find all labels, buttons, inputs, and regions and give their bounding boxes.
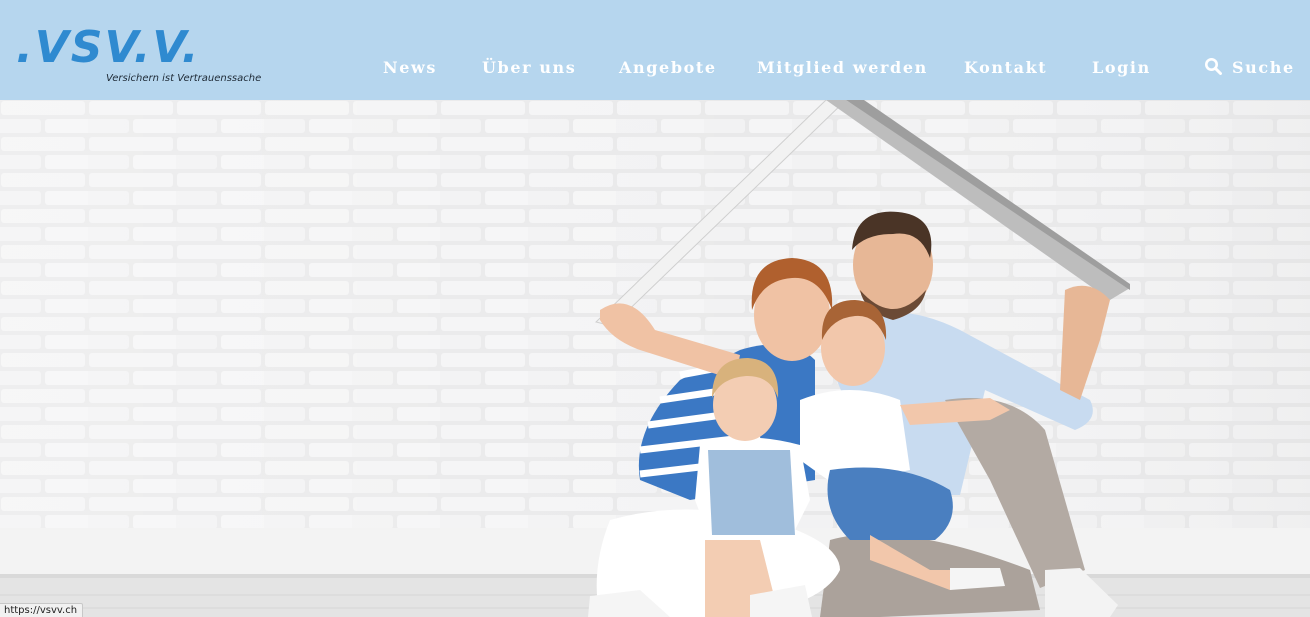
nav-item-login[interactable]: Login — [1092, 56, 1151, 80]
search-label: Suche — [1232, 58, 1295, 77]
status-bar-url: https://vsvv.ch — [0, 603, 84, 617]
main-navigation: News Über uns Angebote Mitglied werden K… — [0, 56, 1310, 80]
search-icon — [1205, 58, 1222, 75]
nav-item-angebote[interactable]: Angebote — [619, 56, 717, 80]
hero-image — [0, 100, 1310, 617]
nav-item-news[interactable]: News — [383, 56, 437, 80]
family-under-roof-illustration — [0, 100, 1310, 617]
nav-item-ueber-uns[interactable]: Über uns — [482, 56, 576, 80]
nav-item-search[interactable]: Suche — [1204, 56, 1295, 80]
nav-item-mitglied-werden[interactable]: Mitglied werden — [757, 56, 928, 80]
site-header: .VSV.V. Versichern ist Vertrauenssache N… — [0, 0, 1310, 100]
nav-item-kontakt[interactable]: Kontakt — [964, 56, 1047, 80]
